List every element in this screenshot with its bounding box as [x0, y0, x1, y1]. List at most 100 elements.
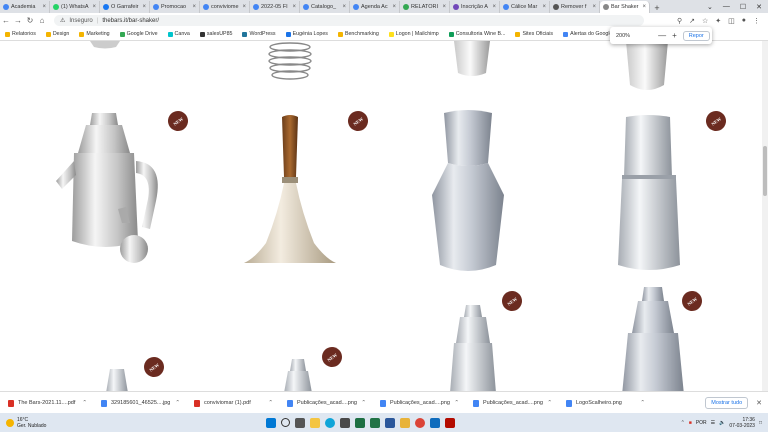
- extensions-icon[interactable]: ✦: [715, 17, 721, 25]
- product-silver-pitcher-shaker-image[interactable]: [52, 111, 170, 271]
- security-label[interactable]: Inseguro: [69, 18, 92, 24]
- zoom-icon[interactable]: ⚲: [677, 17, 682, 25]
- chevron-up-icon[interactable]: ⌃: [547, 400, 558, 406]
- zoom-out-button[interactable]: —: [658, 31, 666, 40]
- browser-tab[interactable]: Remover f ×: [550, 1, 600, 13]
- product-shaker-bottom-mid-image[interactable]: [280, 359, 316, 391]
- excel-icon-2[interactable]: [370, 417, 380, 428]
- browser-tab[interactable]: RELATORI ×: [400, 1, 450, 13]
- tab-close-icon[interactable]: ×: [192, 4, 196, 10]
- product-shaker-top-image[interactable]: [450, 41, 494, 79]
- browser-tab[interactable]: conviviome ×: [200, 1, 250, 13]
- browser-tab[interactable]: Promocao ×: [150, 1, 200, 13]
- zoom-reset-button[interactable]: Repor: [682, 30, 710, 41]
- zoom-in-button[interactable]: +: [672, 31, 677, 40]
- download-item[interactable]: 329185601_46525....jpg ⌃: [93, 399, 186, 407]
- browser-tab[interactable]: Catalogo_ ×: [300, 1, 350, 13]
- tab-close-icon[interactable]: ×: [42, 4, 46, 10]
- url-omnibox[interactable]: ⚠ Inseguro | thebars.it/bar-shaker/: [54, 15, 644, 26]
- weather-widget[interactable]: 16°C Ger. Nublado: [0, 417, 106, 429]
- page-scrollbar[interactable]: [762, 41, 768, 391]
- back-icon[interactable]: ←: [0, 16, 12, 25]
- tab-close-icon[interactable]: ×: [142, 4, 146, 10]
- bookmark-item[interactable]: salesUP85: [195, 31, 238, 37]
- download-item[interactable]: conviviomar (1).pdf ⌃: [186, 399, 279, 407]
- notifications-icon[interactable]: □: [759, 420, 762, 426]
- windows-start-icon[interactable]: [266, 417, 276, 428]
- tab-close-icon[interactable]: ×: [642, 4, 646, 10]
- wifi-icon[interactable]: ☰: [711, 420, 715, 426]
- file-explorer-icon[interactable]: [310, 417, 320, 428]
- close-button[interactable]: ✕: [756, 3, 762, 11]
- product-cobbler-shaker-image[interactable]: [444, 303, 502, 391]
- bookmark-item[interactable]: Benchmarking: [333, 31, 384, 37]
- chevron-up-icon[interactable]: ⌃: [640, 400, 651, 406]
- show-all-downloads-button[interactable]: Mostrar tudo: [705, 397, 749, 409]
- bookmark-item[interactable]: Logon | Mailchimp: [384, 31, 444, 37]
- product-slim-shaker-image[interactable]: [612, 115, 686, 271]
- chrome-icon[interactable]: [415, 417, 425, 428]
- tab-close-icon[interactable]: ×: [292, 4, 296, 10]
- forward-icon[interactable]: →: [12, 16, 24, 25]
- new-tab-button[interactable]: +: [650, 3, 664, 13]
- task-view-icon[interactable]: [295, 417, 305, 428]
- chevron-up-icon[interactable]: ⌃: [268, 400, 279, 406]
- browser-tab[interactable]: O Garrafeir ×: [100, 1, 150, 13]
- browser-tab[interactable]: Cálice Mar ×: [500, 1, 550, 13]
- bookmark-item[interactable]: Design: [41, 31, 75, 37]
- product-bell-image[interactable]: [240, 113, 340, 271]
- tray-app-icon[interactable]: ■: [689, 420, 692, 426]
- browser-tab[interactable]: Agenda Ac ×: [350, 1, 400, 13]
- download-item[interactable]: Publicações_acad....png ⌃: [465, 399, 558, 407]
- tab-close-icon[interactable]: ×: [442, 4, 446, 10]
- tab-close-icon[interactable]: ×: [542, 4, 546, 10]
- profile-icon[interactable]: ●: [742, 17, 746, 25]
- bookmark-item[interactable]: Canva: [163, 31, 195, 37]
- close-downloads-icon[interactable]: ✕: [748, 399, 768, 407]
- bookmark-item[interactable]: Consultoria Wine B...: [444, 31, 511, 37]
- product-spring-strainer-image[interactable]: [262, 41, 318, 83]
- sidepanel-icon[interactable]: ◫: [728, 17, 735, 25]
- tray-lang-label[interactable]: POR: [696, 420, 707, 426]
- browser-tab[interactable]: Bar Shaker ×: [600, 1, 650, 13]
- product-tin-top-image[interactable]: [622, 41, 672, 93]
- volume-icon[interactable]: 🔈: [719, 420, 725, 426]
- tab-close-icon[interactable]: ×: [392, 4, 396, 10]
- folder-icon[interactable]: [400, 417, 410, 428]
- bookmark-item[interactable]: WordPress: [237, 31, 280, 37]
- tab-close-icon[interactable]: ×: [242, 4, 246, 10]
- excel-icon[interactable]: [355, 417, 365, 428]
- download-item[interactable]: Publicações_acad....png ⌃: [279, 399, 372, 407]
- download-item[interactable]: The Bars-2021.11....pdf ⌃: [0, 399, 93, 407]
- bookmark-item[interactable]: Alertas do Google: [558, 31, 617, 37]
- tray-chevron-icon[interactable]: ⌃: [681, 420, 685, 426]
- menu-icon[interactable]: ⋮: [753, 17, 760, 25]
- product-small-top-image[interactable]: [90, 41, 120, 49]
- bookmark-item[interactable]: Eugénia Lopes: [281, 31, 333, 37]
- tab-close-icon[interactable]: ×: [342, 4, 346, 10]
- search-icon[interactable]: [281, 418, 290, 427]
- browser-tab[interactable]: 2022-05 FI ×: [250, 1, 300, 13]
- product-boston-shaker-image[interactable]: [430, 109, 506, 275]
- clock[interactable]: 17:36 07-03-2023: [729, 417, 755, 429]
- chevron-up-icon[interactable]: ⌃: [175, 400, 186, 406]
- tab-close-icon[interactable]: ×: [492, 4, 496, 10]
- download-item[interactable]: Publicações_acad....png ⌃: [372, 399, 465, 407]
- chevron-up-icon[interactable]: ⌃: [82, 400, 93, 406]
- tab-search-button[interactable]: ⌄: [707, 3, 713, 11]
- home-icon[interactable]: ⌂: [36, 16, 48, 25]
- bookmark-item[interactable]: Marketing: [74, 31, 114, 37]
- chevron-up-icon[interactable]: ⌃: [454, 400, 465, 406]
- url-text[interactable]: thebars.it/bar-shaker/: [102, 18, 159, 24]
- bookmark-item[interactable]: Google Drive: [115, 31, 163, 37]
- browser-tab[interactable]: Academia ×: [0, 1, 50, 13]
- share-icon[interactable]: ↗: [689, 17, 695, 25]
- tab-close-icon[interactable]: ×: [92, 4, 96, 10]
- reload-icon[interactable]: ↻: [24, 16, 36, 25]
- mail-icon[interactable]: [430, 417, 440, 428]
- maximize-button[interactable]: ☐: [740, 3, 746, 11]
- tab-close-icon[interactable]: ×: [592, 4, 596, 10]
- edge-icon[interactable]: [325, 417, 335, 428]
- warning-icon[interactable]: ⚠: [60, 17, 65, 24]
- product-shaker-bottom-left-image[interactable]: [100, 369, 134, 391]
